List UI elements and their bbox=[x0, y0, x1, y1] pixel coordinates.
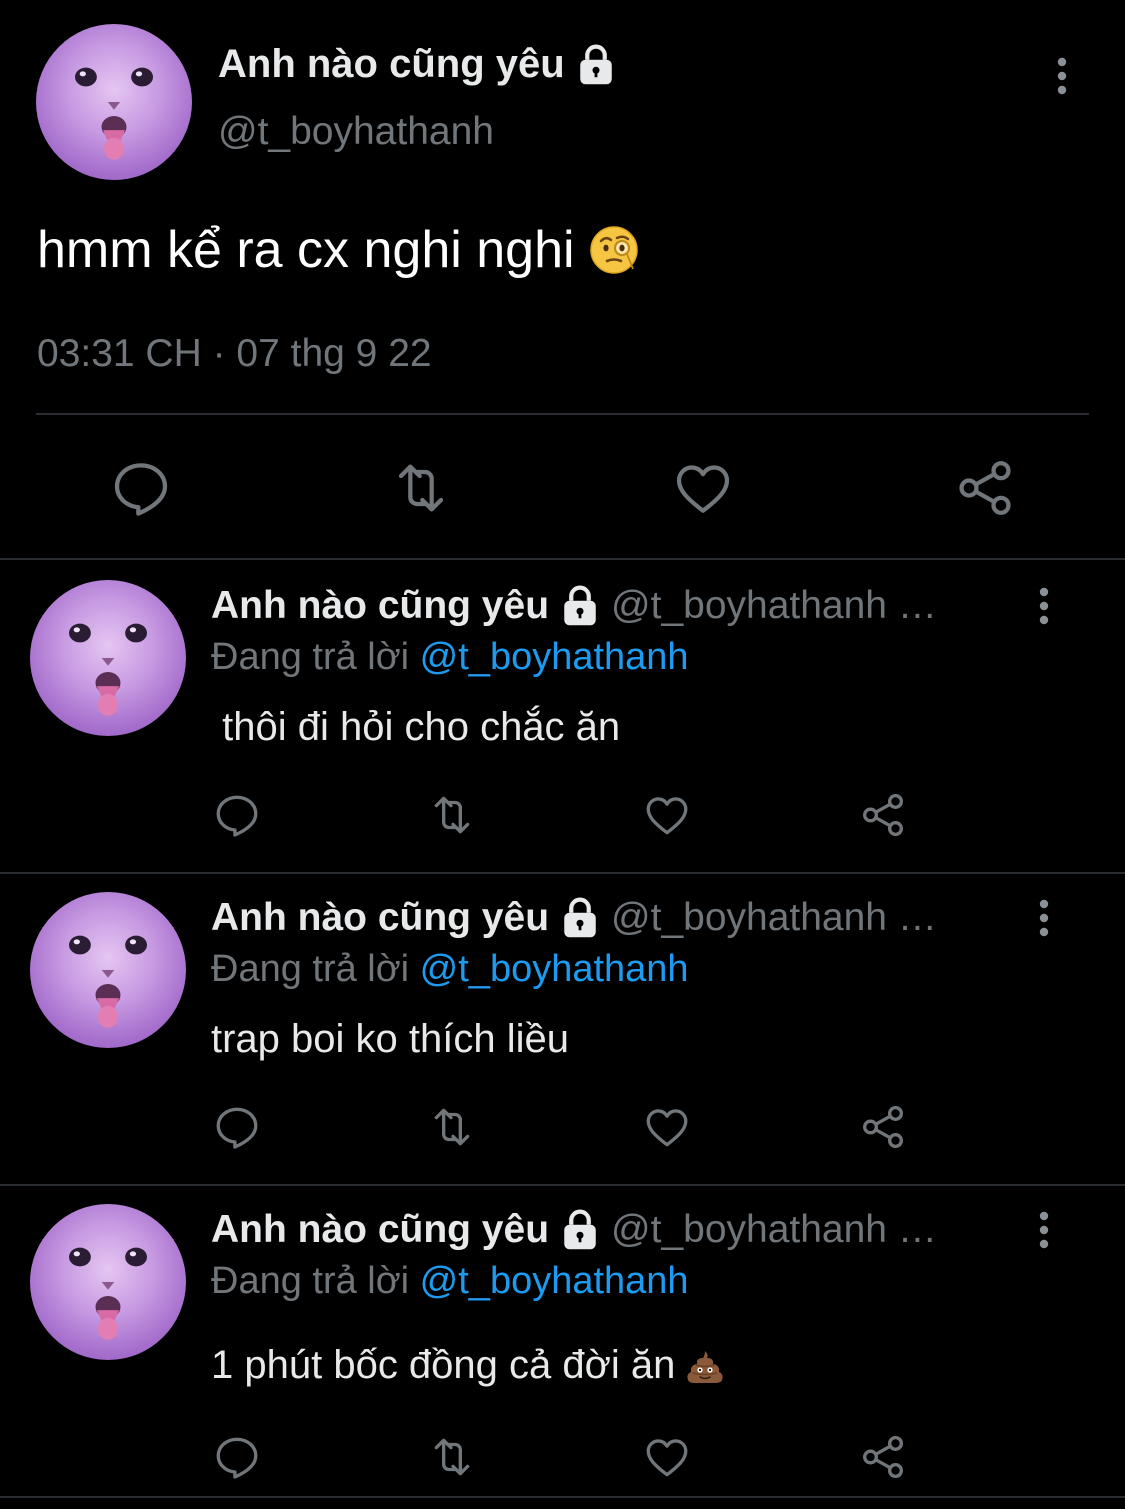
reply-text: thôi đi hỏi cho chắc ăn bbox=[211, 705, 620, 750]
cat-avatar-image bbox=[69, 935, 147, 1028]
avatar[interactable] bbox=[30, 580, 186, 736]
replying-to: Đang trả lời @t_boyhathanh bbox=[211, 636, 689, 679]
retweet-icon[interactable] bbox=[427, 790, 477, 840]
lock-icon bbox=[564, 1209, 596, 1250]
reply-icon[interactable] bbox=[109, 456, 173, 520]
mention-link[interactable]: @t_boyhathanh bbox=[420, 1260, 689, 1302]
display-name-text: Anh nào cũng yêu bbox=[211, 896, 550, 939]
mention-link[interactable]: @t_boyhathanh bbox=[420, 636, 689, 678]
cat-avatar-image bbox=[69, 623, 147, 716]
like-icon[interactable] bbox=[642, 790, 692, 840]
pile-of-poo-icon bbox=[687, 1350, 723, 1383]
user-handle[interactable]: @t_boyhathanh … bbox=[611, 896, 937, 940]
more-vertical-icon[interactable] bbox=[1032, 898, 1056, 938]
more-vertical-icon[interactable] bbox=[1050, 56, 1074, 96]
reply-tweet[interactable]: Anh nào cũng yêu @t_boyhathanh … Đang tr… bbox=[0, 1186, 1125, 1498]
tweet-text: hmm kể ra cx nghi nghi bbox=[37, 220, 639, 280]
reply-text: 1 phút bốc đồng cả đời ăn bbox=[211, 1343, 725, 1388]
replying-to: Đang trả lời @t_boyhathanh bbox=[211, 948, 689, 991]
more-vertical-icon[interactable] bbox=[1032, 586, 1056, 626]
reply-text-content: trap boi ko thích liều bbox=[211, 1017, 569, 1061]
tweet-actions bbox=[0, 1432, 1125, 1482]
reply-icon[interactable] bbox=[212, 1432, 262, 1482]
share-icon[interactable] bbox=[953, 456, 1017, 520]
tweet-actions bbox=[0, 790, 1125, 840]
tweet-timestamp[interactable]: 03:31 CH · 07 thg 9 22 bbox=[37, 332, 432, 376]
tweet-actions bbox=[0, 456, 1125, 520]
cat-avatar-image bbox=[69, 1247, 147, 1340]
like-icon[interactable] bbox=[642, 1432, 692, 1482]
reply-text: trap boi ko thích liều bbox=[211, 1017, 569, 1062]
cat-avatar-image bbox=[75, 67, 153, 160]
reply-icon[interactable] bbox=[212, 1102, 262, 1152]
share-icon[interactable] bbox=[858, 1432, 908, 1482]
avatar[interactable] bbox=[30, 892, 186, 1048]
lock-icon bbox=[579, 44, 612, 84]
tweet-actions bbox=[0, 1102, 1125, 1152]
share-icon[interactable] bbox=[858, 790, 908, 840]
tweet-text-content: hmm kể ra cx nghi nghi bbox=[37, 221, 575, 279]
user-handle[interactable]: @t_boyhathanh bbox=[218, 110, 494, 154]
reply-icon[interactable] bbox=[212, 790, 262, 840]
main-tweet: Anh nào cũng yêu @t_boyhathanh hmm kể ra… bbox=[0, 0, 1125, 560]
reply-header: Anh nào cũng yêu @t_boyhathanh … bbox=[211, 584, 1011, 628]
tweet-thread-page: Anh nào cũng yêu @t_boyhathanh hmm kể ra… bbox=[0, 0, 1125, 1509]
retweet-icon[interactable] bbox=[427, 1432, 477, 1482]
user-handle[interactable]: @t_boyhathanh … bbox=[611, 584, 937, 628]
mention-link[interactable]: @t_boyhathanh bbox=[420, 948, 689, 990]
display-name[interactable]: Anh nào cũng yêu bbox=[211, 1208, 601, 1252]
reply-text-content: thôi đi hỏi cho chắc ăn bbox=[211, 705, 621, 749]
reply-header: Anh nào cũng yêu @t_boyhathanh … bbox=[211, 896, 1011, 940]
retweet-icon[interactable] bbox=[389, 456, 453, 520]
avatar[interactable] bbox=[30, 1204, 186, 1360]
more-vertical-icon[interactable] bbox=[1032, 1210, 1056, 1250]
replying-label: Đang trả lời bbox=[211, 948, 410, 990]
reply-header: Anh nào cũng yêu @t_boyhathanh … bbox=[211, 1208, 1011, 1252]
lock-icon bbox=[564, 897, 596, 938]
reply-tweet[interactable]: Anh nào cũng yêu @t_boyhathanh … Đang tr… bbox=[0, 562, 1125, 874]
like-icon[interactable] bbox=[642, 1102, 692, 1152]
replying-label: Đang trả lời bbox=[211, 636, 410, 678]
display-name-text: Anh nào cũng yêu bbox=[211, 584, 550, 627]
reply-tweet[interactable]: Anh nào cũng yêu @t_boyhathanh … Đang tr… bbox=[0, 874, 1125, 1186]
divider bbox=[36, 413, 1089, 415]
display-name[interactable]: Anh nào cũng yêu bbox=[218, 42, 617, 87]
replying-label: Đang trả lời bbox=[211, 1260, 410, 1302]
user-handle[interactable]: @t_boyhathanh … bbox=[611, 1208, 937, 1252]
retweet-icon[interactable] bbox=[427, 1102, 477, 1152]
like-icon[interactable] bbox=[671, 456, 735, 520]
display-name[interactable]: Anh nào cũng yêu bbox=[211, 584, 601, 628]
avatar[interactable] bbox=[36, 24, 192, 180]
face-with-monocle-icon bbox=[589, 226, 638, 274]
replying-to: Đang trả lời @t_boyhathanh bbox=[211, 1260, 689, 1303]
display-name-text: Anh nào cũng yêu bbox=[218, 42, 565, 86]
share-icon[interactable] bbox=[858, 1102, 908, 1152]
reply-text-content: 1 phút bốc đồng cả đời ăn bbox=[211, 1343, 676, 1387]
lock-icon bbox=[564, 585, 596, 626]
display-name[interactable]: Anh nào cũng yêu bbox=[211, 896, 601, 940]
display-name-text: Anh nào cũng yêu bbox=[211, 1208, 550, 1251]
